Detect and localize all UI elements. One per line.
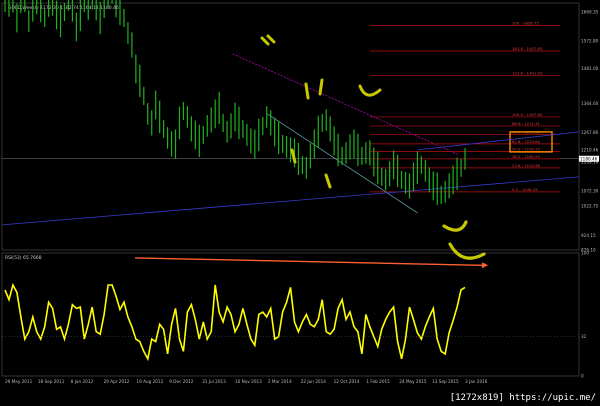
fib-level-label: 61.8 - 1220.84: [512, 139, 541, 144]
x-tick-label: 8 Jan 2012: [71, 379, 94, 384]
annotation-mark: [304, 78, 324, 100]
annotation-mark: [324, 173, 332, 189]
fib-level-label: 23.6 - 1124.98: [512, 163, 541, 168]
x-tick-label: 2 Mar 2014: [268, 379, 292, 384]
fib-level-label: 100 - 1856.75: [512, 20, 539, 25]
y-tick-label: 924.15: [581, 233, 596, 238]
rsi-line: [4, 282, 466, 362]
fib-level-label: 38.2 - 1160.93: [512, 154, 541, 159]
fib-level-label: 100.0 - 1307.82: [512, 112, 543, 117]
fib-level-label: 50.0 - 1190.35: [512, 146, 541, 151]
x-tick-label: 13 Sep 2015: [432, 379, 459, 384]
rsi-resistance-line: [134, 257, 483, 266]
annotation-mark: [260, 34, 276, 46]
x-tick-label: 24 May 2015: [399, 379, 427, 384]
x-tick-label: 10 Nov 2013: [235, 379, 262, 384]
x-tick-label: 1 Feb 2015: [366, 379, 390, 384]
x-tick-label: 18 Sep 2011: [38, 379, 65, 384]
main-panel-frame: [1, 2, 580, 251]
fib-level-label: 123.6 - 1401.03: [512, 71, 543, 76]
rsi-panel-frame: [1, 252, 580, 377]
x-tick-label: 29 May 2011: [5, 379, 33, 384]
x-tick-label: 19 Aug 2012: [136, 379, 163, 384]
trendline-blue-lower: [1, 176, 580, 226]
y-tick-label: 1669.35: [581, 10, 599, 15]
watermark: [1272x819] https://upic.me/: [447, 392, 598, 404]
x-tick-label: 9 Dec 2012: [169, 379, 193, 384]
trendline-magenta: [232, 53, 458, 155]
rsi-y-tick: 100: [581, 251, 589, 256]
y-tick-label: 1022.75: [581, 204, 599, 209]
rsi-resistance-arrowhead: [482, 262, 488, 269]
y-tick-label: 1364.60: [581, 101, 599, 106]
rsi-chart-title: RSI(53) 65.7668: [5, 255, 42, 261]
rsi-y-tick: 32: [581, 334, 587, 339]
fib-level-label: 161.8 - 1457.83: [512, 46, 543, 51]
x-tick-label: 31 Jul 2013: [202, 379, 226, 384]
rsi-y-tick: 0: [581, 374, 584, 379]
x-tick-label: 29 Apr 2012: [104, 379, 130, 384]
chart-canvas: GOLD,Weekly 1172.30 1182.74 1164.14 1180…: [1, 0, 599, 384]
x-tick-label: 22 Jun 2014: [301, 379, 327, 384]
annotation-mark: [358, 84, 382, 97]
fib-level-label: 0.0 - 1046.29: [512, 187, 538, 192]
fib-level-label: 88.6 - 1271.51: [512, 121, 541, 126]
y-tick-label: 1210.46: [581, 147, 599, 152]
y-tick-label: 1572.80: [581, 39, 599, 44]
y-tick-label: 1481.00: [581, 66, 599, 71]
y-tick-label: 1267.80: [581, 130, 599, 135]
x-tick-label: 12 Oct 2014: [334, 379, 360, 384]
y-tick-label: 1072.30: [581, 189, 599, 194]
x-tick-label: 3 Jan 2016: [465, 379, 488, 384]
current-price-label: 1180.46: [580, 156, 598, 161]
